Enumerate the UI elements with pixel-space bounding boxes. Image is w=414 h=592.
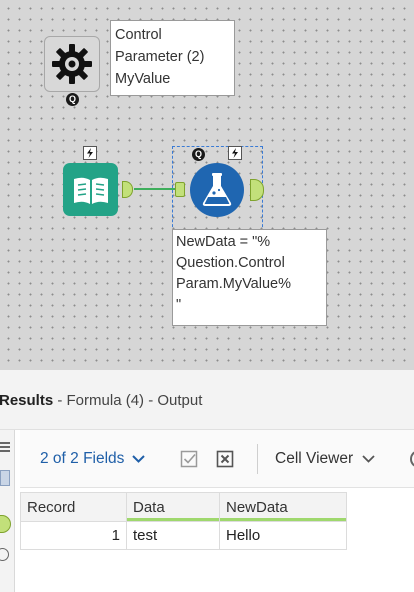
connection-line[interactable] [134, 188, 176, 190]
cell-newdata[interactable]: Hello [219, 521, 347, 550]
clear-icon[interactable] [216, 450, 234, 468]
chevron-down-icon [132, 455, 146, 463]
output-anchor[interactable] [122, 181, 133, 198]
table-icon[interactable] [0, 470, 10, 486]
lightning-icon [83, 146, 97, 160]
formula-tool[interactable] [190, 163, 244, 217]
table-header-row: Record Data NewData [20, 492, 347, 522]
lightning-icon [228, 146, 242, 160]
help-icon[interactable] [0, 548, 9, 561]
cell-record[interactable]: 1 [20, 521, 127, 550]
results-table: Record Data NewData 1 test Hello [20, 492, 347, 550]
cell-viewer-label: Cell Viewer [275, 450, 354, 467]
text-input-tool[interactable] [63, 163, 118, 216]
overflow-icon[interactable] [410, 450, 414, 468]
cell-viewer-dropdown[interactable]: Cell Viewer [275, 450, 375, 468]
column-header-record[interactable]: Record [20, 492, 127, 522]
flask-icon [202, 173, 232, 206]
question-badge-icon: Q [192, 148, 205, 161]
fields-dropdown[interactable]: 2 of 2 Fields [40, 450, 146, 468]
cell-data[interactable]: test [126, 521, 220, 550]
column-header-data[interactable]: Data [126, 492, 220, 522]
results-header: Results - Formula (4) - Output [0, 370, 414, 430]
chevron-down-icon [362, 455, 375, 463]
results-title: Results - Formula (4) - Output [0, 392, 202, 409]
fields-label: 2 of 2 Fields [40, 450, 125, 467]
workflow-canvas[interactable]: Q Control Parameter (2) MyValue Q NewDat… [0, 0, 414, 370]
control-parameter-tool[interactable] [44, 36, 100, 92]
question-badge-icon: Q [66, 93, 79, 106]
gear-icon [52, 44, 92, 84]
control-parameter-annotation[interactable]: Control Parameter (2) MyValue [110, 20, 235, 96]
menu-icon[interactable] [0, 442, 10, 444]
results-title-source: - Formula (4) - Output [53, 392, 203, 409]
anchor-icon[interactable] [0, 515, 11, 533]
results-toolbar: 2 of 2 Fields Cell Viewer [20, 430, 414, 488]
table-row[interactable]: 1 test Hello [20, 521, 347, 550]
book-icon [73, 177, 108, 204]
column-header-newdata[interactable]: NewData [219, 492, 347, 522]
results-side-strip [0, 430, 15, 592]
formula-annotation[interactable]: NewData = "% Question.Control Param.MyVa… [172, 229, 327, 326]
toolbar-divider [257, 444, 258, 474]
checkbox-icon[interactable] [180, 450, 198, 468]
results-title-label: Results [0, 392, 54, 409]
